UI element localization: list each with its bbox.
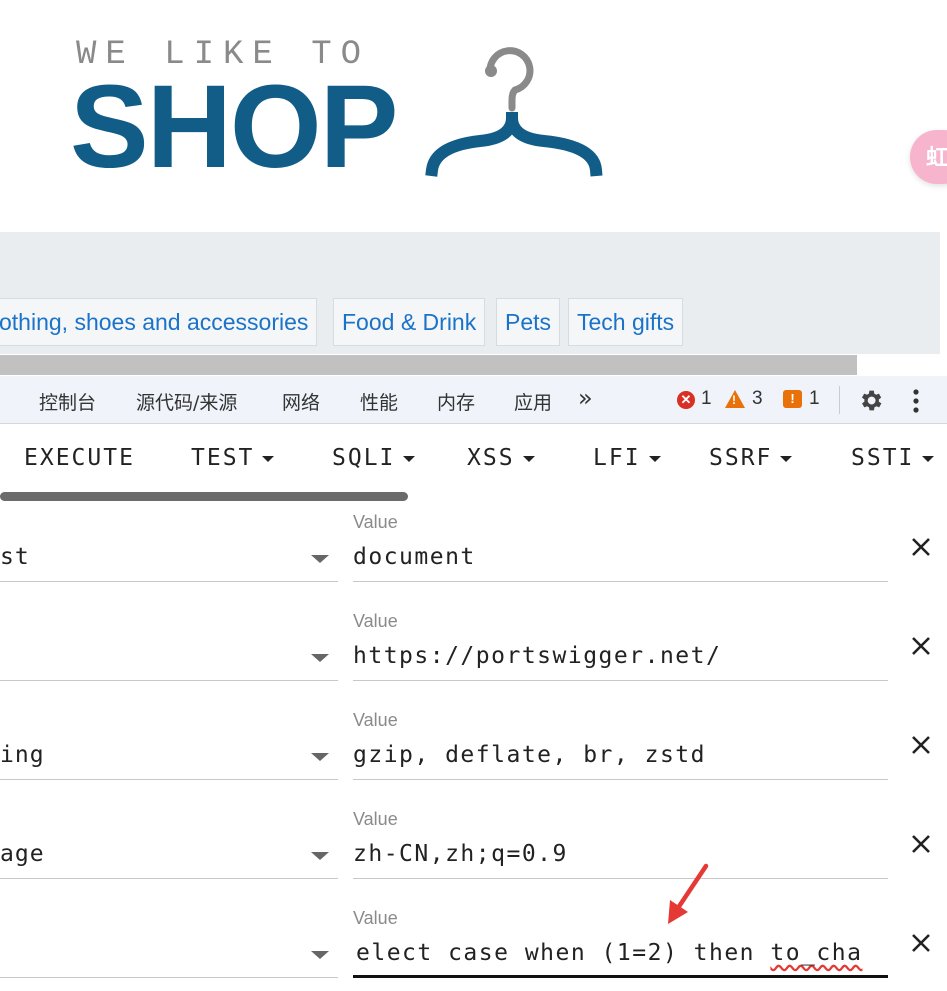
ssti-label: SSTI: [851, 445, 915, 471]
close-icon[interactable]: [908, 633, 934, 659]
issue-count[interactable]: 1: [809, 388, 820, 410]
value-label: Value: [353, 908, 398, 928]
warning-count[interactable]: 3: [752, 388, 763, 410]
issue-icon[interactable]: !: [783, 390, 802, 408]
header-row: age Value zh-CN,zh;q=0.9: [0, 803, 947, 902]
dropdown-arrow-icon[interactable]: [311, 852, 329, 860]
tab-application[interactable]: 应用: [514, 388, 552, 415]
error-icon[interactable]: ✕: [677, 391, 695, 409]
dropdown-arrow-icon[interactable]: [311, 951, 329, 959]
close-icon[interactable]: [908, 534, 934, 560]
header-name-text: st: [0, 544, 30, 570]
tab-memory[interactable]: 内存: [437, 388, 475, 415]
xss-label: XSS: [467, 445, 515, 471]
header-row: ing Value gzip, deflate, br, zstd: [0, 704, 947, 803]
chevron-down-icon: [780, 455, 793, 462]
more-options-icon[interactable]: [912, 388, 920, 414]
extension-toolbar: EXECUTE TEST SQLI XSS LFI SSRF SSTI: [0, 425, 947, 495]
ssrf-label: SSRF: [709, 445, 773, 471]
lfi-label: LFI: [593, 445, 641, 471]
header-name-select[interactable]: st: [0, 534, 338, 582]
warning-mark: !: [732, 393, 736, 407]
header-value-input-active[interactable]: elect case when (1=2) then to_cha: [353, 930, 888, 978]
chevron-down-icon: [403, 455, 416, 462]
gear-icon[interactable]: [857, 387, 884, 414]
header-name-text: age: [0, 841, 45, 867]
header-value-input[interactable]: gzip, deflate, br, zstd: [353, 732, 888, 780]
header-name-select[interactable]: [0, 930, 338, 978]
payload-prefix: elect case when (1=2) then: [356, 940, 771, 966]
header-value-text: https://portswigger.net/: [353, 643, 722, 669]
nav-category-food-drink[interactable]: Food & Drink: [333, 298, 486, 346]
header-value-text: elect case when (1=2) then to_cha: [356, 940, 862, 966]
tab-console[interactable]: 控制台: [39, 388, 96, 415]
logo-word: SHOP: [70, 61, 398, 193]
more-tabs-icon[interactable]: »: [578, 384, 593, 412]
header-row: Value elect case when (1=2) then to_cha: [0, 902, 947, 991]
devtools-tab-bar: 控制台 源代码/来源 网络 性能 内存 应用 » ✕ 1 ! 3 ! 1: [0, 376, 947, 424]
chevron-down-icon: [648, 455, 661, 462]
toolbar-scrollbar[interactable]: [0, 492, 408, 501]
close-icon[interactable]: [908, 930, 934, 956]
dropdown-arrow-icon[interactable]: [311, 555, 329, 563]
ssrf-menu-button[interactable]: SSRF: [709, 445, 793, 471]
close-icon[interactable]: [908, 732, 934, 758]
hanger-icon: [425, 47, 603, 177]
toolbar-divider: [839, 386, 840, 414]
header-name-select[interactable]: ing: [0, 732, 338, 780]
xss-menu-button[interactable]: XSS: [467, 445, 535, 471]
payload-misspelled-word: to_cha: [770, 940, 863, 966]
test-menu-button[interactable]: TEST: [191, 445, 275, 471]
test-label: TEST: [191, 445, 255, 471]
chevron-down-icon: [922, 455, 935, 462]
chevron-down-icon: [262, 455, 275, 462]
floating-badge[interactable]: 虹: [910, 130, 947, 184]
header-value-input[interactable]: zh-CN,zh;q=0.9: [353, 831, 888, 879]
tab-network[interactable]: 网络: [282, 388, 320, 415]
dropdown-arrow-icon[interactable]: [311, 753, 329, 761]
value-label: Value: [353, 611, 398, 631]
header-row: st Value document: [0, 506, 947, 605]
header-name-text: ing: [0, 742, 45, 768]
header-row: Value https://portswigger.net/: [0, 605, 947, 704]
header-value-input[interactable]: https://portswigger.net/: [353, 633, 888, 681]
error-count[interactable]: 1: [701, 388, 712, 410]
header-value-input[interactable]: document: [353, 534, 888, 582]
sqli-label: SQLI: [332, 445, 396, 471]
tab-performance[interactable]: 性能: [360, 388, 398, 415]
chevron-down-icon: [522, 455, 535, 462]
value-label: Value: [353, 512, 398, 532]
ssti-menu-button[interactable]: SSTI: [851, 445, 935, 471]
value-label: Value: [353, 809, 398, 829]
header-value-text: document: [353, 544, 476, 570]
nav-category-pets[interactable]: Pets: [496, 298, 561, 346]
header-name-select[interactable]: age: [0, 831, 338, 879]
horizontal-scrollbar[interactable]: [0, 355, 857, 375]
execute-button[interactable]: EXECUTE: [24, 445, 135, 471]
dropdown-arrow-icon[interactable]: [311, 654, 329, 662]
tab-sources[interactable]: 源代码/来源: [136, 388, 237, 415]
nav-category-clothing[interactable]: othing, shoes and accessories: [0, 298, 318, 346]
header-value-text: zh-CN,zh;q=0.9: [353, 841, 568, 867]
nav-category-tech-gifts[interactable]: Tech gifts: [568, 298, 684, 346]
close-icon[interactable]: [908, 831, 934, 857]
value-label: Value: [353, 710, 398, 730]
execute-label: EXECUTE: [24, 445, 135, 471]
lfi-menu-button[interactable]: LFI: [593, 445, 661, 471]
sqli-menu-button[interactable]: SQLI: [332, 445, 416, 471]
header-name-select[interactable]: [0, 633, 338, 681]
header-value-text: gzip, deflate, br, zstd: [353, 742, 706, 768]
red-arrow-icon: [668, 863, 709, 924]
